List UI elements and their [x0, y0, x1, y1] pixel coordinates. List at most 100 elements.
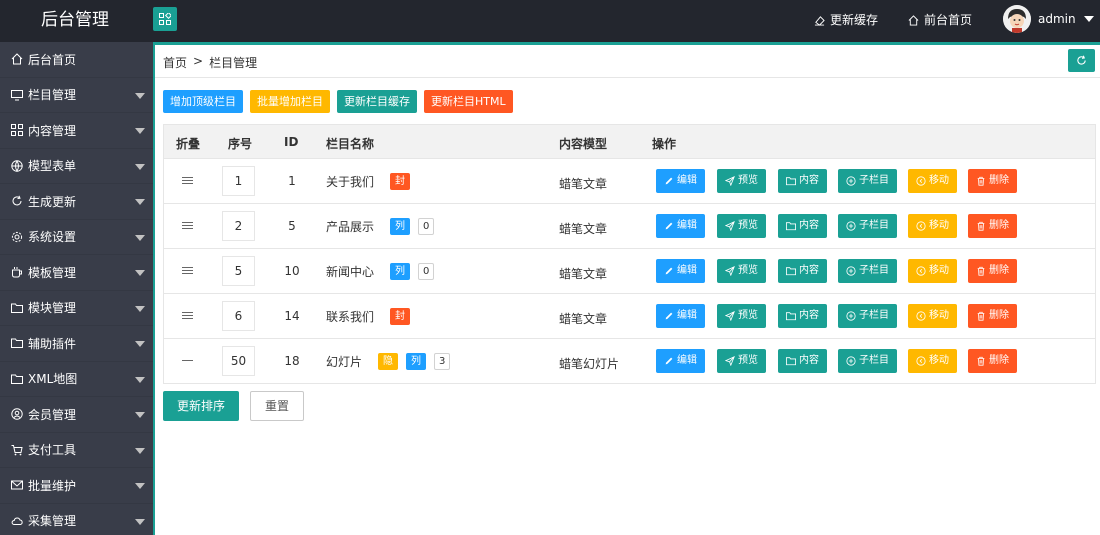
sidebar-item[interactable]: 批量维护: [0, 468, 153, 504]
avatar[interactable]: [1003, 5, 1031, 33]
row-id: 14: [284, 309, 300, 323]
sort-order-input[interactable]: 1: [222, 166, 255, 196]
action-button[interactable]: 编辑: [656, 214, 705, 238]
sidebar-item[interactable]: 辅助插件: [0, 326, 153, 362]
sidebar-item[interactable]: 模型表单: [0, 149, 153, 184]
reset-button[interactable]: 重置: [250, 391, 305, 421]
action-button[interactable]: 预览: [717, 349, 766, 373]
monitor-icon: [10, 88, 24, 102]
sidebar-item[interactable]: 内容管理: [0, 113, 153, 149]
action-button[interactable]: 内容: [778, 304, 827, 328]
front-home-link[interactable]: 前台首页: [908, 0, 972, 40]
chevron-down-icon: [135, 92, 145, 99]
action-button[interactable]: 移动: [908, 304, 957, 328]
app-logo[interactable]: 后台管理: [0, 0, 150, 42]
toolbar: 增加顶级栏目 批量增加栏目 更新栏目缓存 更新栏目HTML: [163, 90, 513, 113]
action-button[interactable]: 删除: [968, 304, 1017, 328]
chevron-down-icon: [135, 270, 145, 276]
action-button[interactable]: 预览: [717, 304, 766, 328]
cart-icon: [10, 443, 24, 457]
action-button[interactable]: 编辑: [656, 304, 705, 328]
action-button[interactable]: 编辑: [656, 349, 705, 373]
action-button[interactable]: 编辑: [656, 169, 705, 193]
drag-handle-icon[interactable]: [182, 312, 193, 320]
action-button[interactable]: 内容: [778, 259, 827, 283]
batch-add-column-button[interactable]: 批量增加栏目: [250, 90, 330, 113]
chevron-down-icon: [135, 483, 145, 489]
column-name-text[interactable]: 关于我们: [326, 173, 374, 190]
update-column-cache-button[interactable]: 更新栏目缓存: [337, 90, 417, 113]
drag-handle-icon[interactable]: [182, 222, 193, 230]
sidebar-item[interactable]: 采集管理: [0, 504, 153, 535]
sidebar-item[interactable]: 栏目管理: [0, 78, 153, 113]
action-button[interactable]: 内容: [778, 214, 827, 238]
row-actions: 编辑 预览 内容 子栏目 移动 删除: [656, 349, 1017, 373]
action-button[interactable]: 移动: [908, 259, 957, 283]
action-button[interactable]: 删除: [968, 259, 1017, 283]
edit-icon: [665, 177, 673, 185]
sidebar-item[interactable]: 会员管理: [0, 397, 153, 433]
cup-icon: [10, 265, 24, 279]
sort-order-input[interactable]: 5: [222, 256, 255, 286]
action-label: 内容: [799, 265, 819, 276]
column-name-text[interactable]: 新闻中心: [326, 263, 374, 280]
admin-menu[interactable]: admin: [1038, 0, 1094, 38]
action-label: 移动: [929, 355, 949, 366]
collapse-dash-icon[interactable]: [182, 360, 193, 362]
column-tags: 封: [390, 173, 411, 190]
action-button[interactable]: 子栏目: [838, 214, 897, 238]
update-cache-link[interactable]: 更新缓存: [814, 0, 878, 40]
update-column-html-button[interactable]: 更新栏目HTML: [424, 90, 513, 113]
sidebar-item-label: 模型表单: [28, 159, 77, 174]
action-button[interactable]: 删除: [968, 349, 1017, 373]
action-button[interactable]: 编辑: [656, 259, 705, 283]
column-name-text[interactable]: 幻灯片: [326, 353, 362, 370]
column-name-text[interactable]: 联系我们: [326, 308, 374, 325]
sidebar-item-label: 系统设置: [28, 230, 77, 245]
action-label: 移动: [929, 265, 949, 276]
action-label: 预览: [738, 220, 758, 231]
action-label: 删除: [989, 220, 1009, 231]
table-row: 6 14 联系我们封 蜡笔文章 编辑 预览 内容 子栏目 移动 删除: [164, 293, 1095, 338]
drag-handle-icon[interactable]: [182, 177, 193, 185]
action-button[interactable]: 移动: [908, 214, 957, 238]
column-name-text[interactable]: 产品展示: [326, 218, 374, 235]
action-button[interactable]: 删除: [968, 169, 1017, 193]
breadcrumb-home[interactable]: 首页: [163, 54, 187, 71]
action-button[interactable]: 移动: [908, 169, 957, 193]
action-button[interactable]: 预览: [717, 214, 766, 238]
add-circle-icon: [846, 311, 856, 321]
drag-handle-icon[interactable]: [182, 267, 193, 275]
sidebar-item[interactable]: 模块管理: [0, 291, 153, 326]
breadcrumb-separator: >: [193, 54, 204, 68]
sidebar-item[interactable]: 后台首页: [0, 42, 153, 78]
action-button[interactable]: 预览: [717, 169, 766, 193]
action-button[interactable]: 子栏目: [838, 304, 897, 328]
sidebar-item[interactable]: 生成更新: [0, 184, 153, 220]
menu-toggle-button[interactable]: [153, 7, 177, 31]
update-sort-button[interactable]: 更新排序: [163, 391, 240, 421]
action-button[interactable]: 删除: [968, 214, 1017, 238]
action-button[interactable]: 子栏目: [838, 169, 897, 193]
add-top-column-button[interactable]: 增加顶级栏目: [163, 90, 243, 113]
action-button[interactable]: 内容: [778, 349, 827, 373]
refresh-button[interactable]: [1068, 49, 1095, 72]
sort-order-input[interactable]: 50: [222, 346, 255, 376]
sidebar-item[interactable]: XML地图: [0, 362, 153, 397]
folder-icon: [786, 312, 796, 321]
sort-order-input[interactable]: 6: [222, 301, 255, 331]
sidebar-item[interactable]: 模板管理: [0, 255, 153, 291]
action-button[interactable]: 子栏目: [838, 349, 897, 373]
action-button[interactable]: 子栏目: [838, 259, 897, 283]
sidebar-item[interactable]: 系统设置: [0, 220, 153, 255]
sort-order-input[interactable]: 2: [222, 211, 255, 241]
action-label: 内容: [799, 175, 819, 186]
table-row: 2 5 产品展示列 0 蜡笔文章 编辑 预览 内容 子栏目 移动 删除: [164, 203, 1095, 248]
status-badge: 隐: [378, 353, 399, 370]
action-button[interactable]: 内容: [778, 169, 827, 193]
action-button[interactable]: 移动: [908, 349, 957, 373]
sidebar-item[interactable]: 支付工具: [0, 433, 153, 468]
row-actions: 编辑 预览 内容 子栏目 移动 删除: [656, 169, 1017, 193]
action-button[interactable]: 预览: [717, 259, 766, 283]
folder-icon: [786, 357, 796, 366]
